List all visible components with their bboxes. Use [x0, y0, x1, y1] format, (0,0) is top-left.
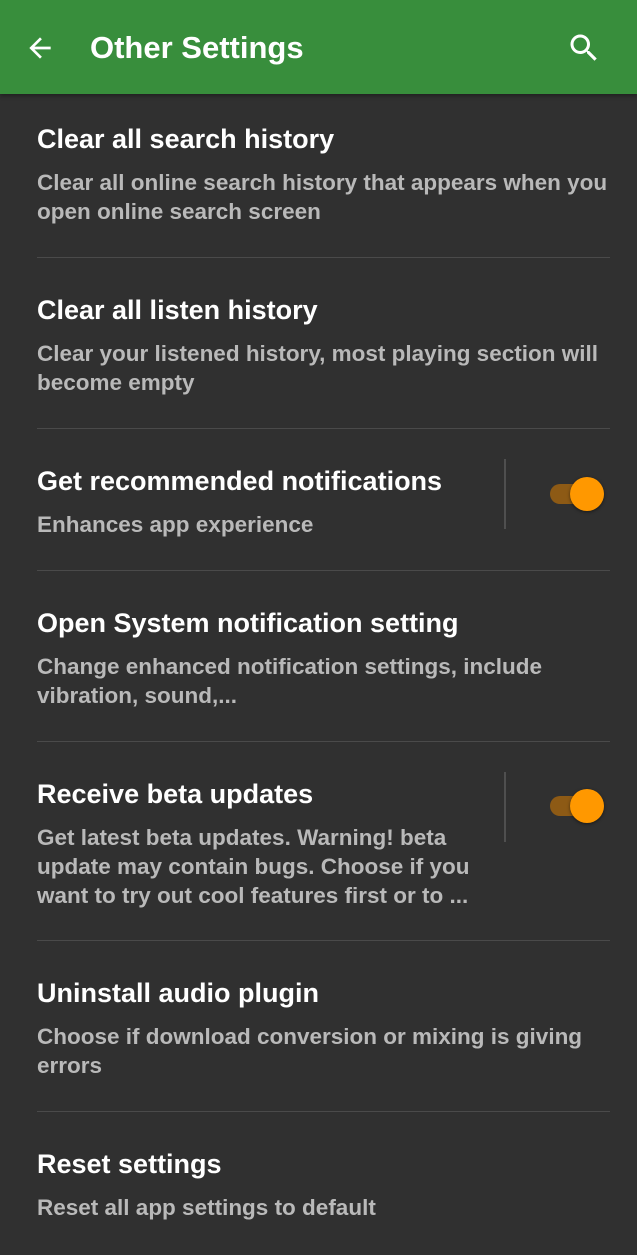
setting-title: Clear all search history: [37, 124, 335, 154]
setting-clear-search-history[interactable]: Clear all search history Clear all onlin…: [0, 94, 637, 257]
beta-updates-toggle[interactable]: [550, 789, 606, 823]
page-title: Other Settings: [90, 30, 304, 65]
recommended-notifications-toggle[interactable]: [550, 477, 606, 511]
setting-subtitle: Get latest beta updates. Warning! beta u…: [37, 825, 470, 908]
setting-title: Uninstall audio plugin: [37, 978, 319, 1008]
setting-subtitle: Reset all app settings to default: [37, 1195, 376, 1220]
setting-title: Clear all listen history: [37, 295, 318, 325]
setting-subtitle: Choose if download conversion or mixing …: [37, 1024, 583, 1078]
toggle-thumb: [570, 477, 604, 511]
setting-title: Get recommended notifications: [37, 466, 443, 496]
setting-title: Receive beta updates: [37, 779, 314, 809]
setting-uninstall-audio-plugin[interactable]: Uninstall audio plugin Choose if downloa…: [0, 941, 637, 1111]
setting-subtitle: Enhances app experience: [37, 512, 314, 537]
setting-reset-settings[interactable]: Reset settings Reset all app settings to…: [0, 1112, 637, 1255]
vertical-separator: [504, 772, 506, 842]
setting-clear-listen-history[interactable]: Clear all listen history Clear your list…: [0, 258, 637, 428]
setting-subtitle: Change enhanced notification settings, i…: [37, 654, 543, 708]
app-bar: Other Settings: [0, 0, 637, 94]
setting-title: Reset settings: [37, 1149, 222, 1179]
setting-recommended-notifications[interactable]: Get recommended notifications Enhances a…: [0, 429, 637, 570]
search-button[interactable]: [558, 22, 610, 74]
search-icon: [570, 34, 597, 61]
setting-open-system-notification[interactable]: Open System notification setting Change …: [0, 571, 637, 741]
back-button[interactable]: [14, 22, 66, 74]
toggle-thumb: [570, 789, 604, 823]
setting-subtitle: Clear your listened history, most playin…: [37, 341, 598, 395]
setting-receive-beta-updates[interactable]: Receive beta updates Get latest beta upd…: [0, 742, 637, 940]
arrow-left-icon: [29, 37, 51, 59]
setting-subtitle: Clear all online search history that app…: [37, 170, 608, 224]
setting-title: Open System notification setting: [37, 608, 459, 638]
vertical-separator: [504, 459, 506, 529]
